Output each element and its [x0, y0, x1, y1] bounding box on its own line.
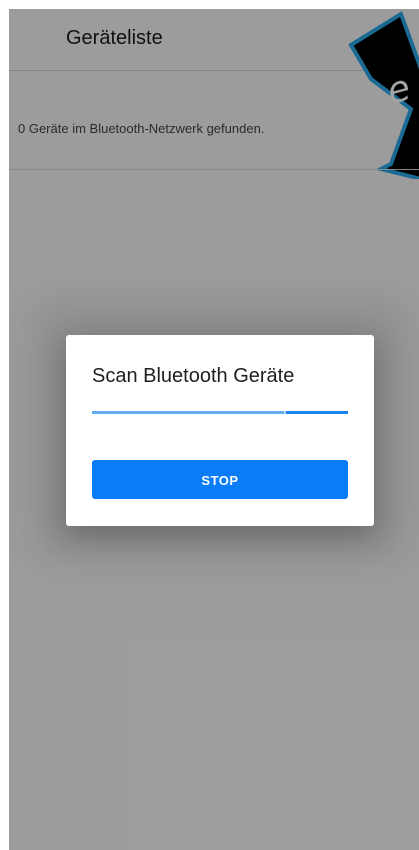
scan-dialog: Scan Bluetooth Geräte STOP	[66, 335, 374, 526]
progress-indicator	[286, 411, 348, 414]
progress-fill	[92, 411, 284, 414]
scan-progress-bar	[92, 411, 348, 414]
dialog-title: Scan Bluetooth Geräte	[92, 365, 295, 387]
app-screen: Geräteliste e 0 Geräte im Bluetooth-Netz…	[9, 9, 419, 850]
stop-button[interactable]: STOP	[92, 460, 348, 499]
